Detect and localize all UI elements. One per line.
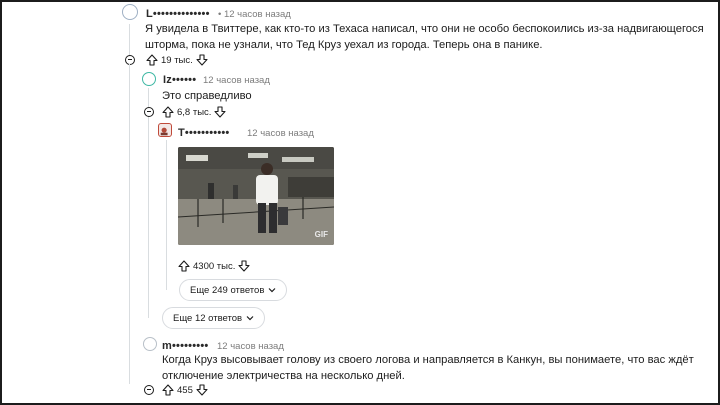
comment-timestamp[interactable]: • 12 часов назад bbox=[218, 9, 291, 20]
thread-line-level3 bbox=[166, 140, 167, 290]
comment-text-line: отключение электричества на несколько дн… bbox=[162, 370, 405, 382]
comment-timestamp[interactable]: 12 часов назад bbox=[217, 341, 284, 352]
vote-count: 4300 тыс. bbox=[193, 260, 236, 272]
vote-count: 6,8 тыс. bbox=[177, 106, 212, 118]
comment-username[interactable]: T••••••••••• bbox=[178, 127, 229, 139]
collapse-minus-icon[interactable] bbox=[144, 107, 154, 117]
gif-media[interactable]: GIF bbox=[178, 147, 334, 245]
gif-badge: GIF bbox=[314, 230, 328, 239]
upvote-arrow-icon[interactable] bbox=[162, 106, 174, 118]
comment-text-line: шторма, пока не узнали, что Тед Круз уех… bbox=[145, 39, 543, 51]
downvote-arrow-icon[interactable] bbox=[196, 384, 208, 396]
vote-bar: 6,8 тыс. bbox=[162, 106, 226, 118]
vote-bar: 455 bbox=[162, 384, 208, 396]
vote-bar: 4300 тыс. bbox=[178, 260, 250, 272]
more-replies-label: Еще 12 ответов bbox=[173, 312, 243, 324]
comment-username[interactable]: m••••••••• bbox=[162, 340, 208, 352]
collapse-minus-icon[interactable] bbox=[125, 55, 135, 65]
vote-bar: 19 тыс. bbox=[146, 54, 208, 66]
comment-timestamp[interactable]: 12 часов назад bbox=[203, 75, 270, 86]
avatar-image bbox=[160, 127, 168, 136]
chevron-down-icon bbox=[268, 288, 276, 293]
downvote-arrow-icon[interactable] bbox=[238, 260, 250, 272]
vote-count: 455 bbox=[177, 384, 193, 396]
comment-text-line: Когда Круз высовывает голову из своего л… bbox=[162, 354, 694, 366]
thread-branch bbox=[129, 64, 130, 80]
comment-text: Это справедливо bbox=[162, 90, 252, 102]
airport-terminal-image bbox=[178, 147, 334, 245]
thread-line-level2 bbox=[148, 88, 149, 318]
comment-timestamp[interactable]: 12 часов назад bbox=[247, 128, 314, 139]
avatar[interactable] bbox=[143, 337, 157, 351]
comment-text: Когда Круз высовывает голову из своего л… bbox=[162, 352, 702, 384]
avatar[interactable] bbox=[142, 72, 156, 86]
more-replies-button[interactable]: Еще 249 ответов bbox=[179, 279, 288, 301]
more-replies-button[interactable]: Еще 12 ответов bbox=[162, 307, 266, 329]
comment-text: Я увидела в Твиттере, как кто-то из Теха… bbox=[145, 21, 705, 53]
collapse-minus-icon[interactable] bbox=[144, 385, 154, 395]
downvote-arrow-icon[interactable] bbox=[214, 106, 226, 118]
upvote-arrow-icon[interactable] bbox=[178, 260, 190, 272]
downvote-arrow-icon[interactable] bbox=[196, 54, 208, 66]
avatar[interactable] bbox=[158, 123, 172, 137]
vote-count: 19 тыс. bbox=[161, 54, 193, 66]
upvote-arrow-icon[interactable] bbox=[146, 54, 158, 66]
upvote-arrow-icon[interactable] bbox=[162, 384, 174, 396]
comment-text-line: Я увидела в Твиттере, как кто-то из Теха… bbox=[145, 23, 704, 35]
avatar[interactable] bbox=[122, 4, 138, 20]
comment-username[interactable]: L•••••••••••••• bbox=[146, 8, 210, 20]
more-replies-label: Еще 249 ответов bbox=[190, 284, 265, 296]
screenshot-frame bbox=[0, 0, 720, 405]
comment-username[interactable]: Iz•••••• bbox=[163, 74, 196, 86]
chevron-down-icon bbox=[246, 316, 254, 321]
